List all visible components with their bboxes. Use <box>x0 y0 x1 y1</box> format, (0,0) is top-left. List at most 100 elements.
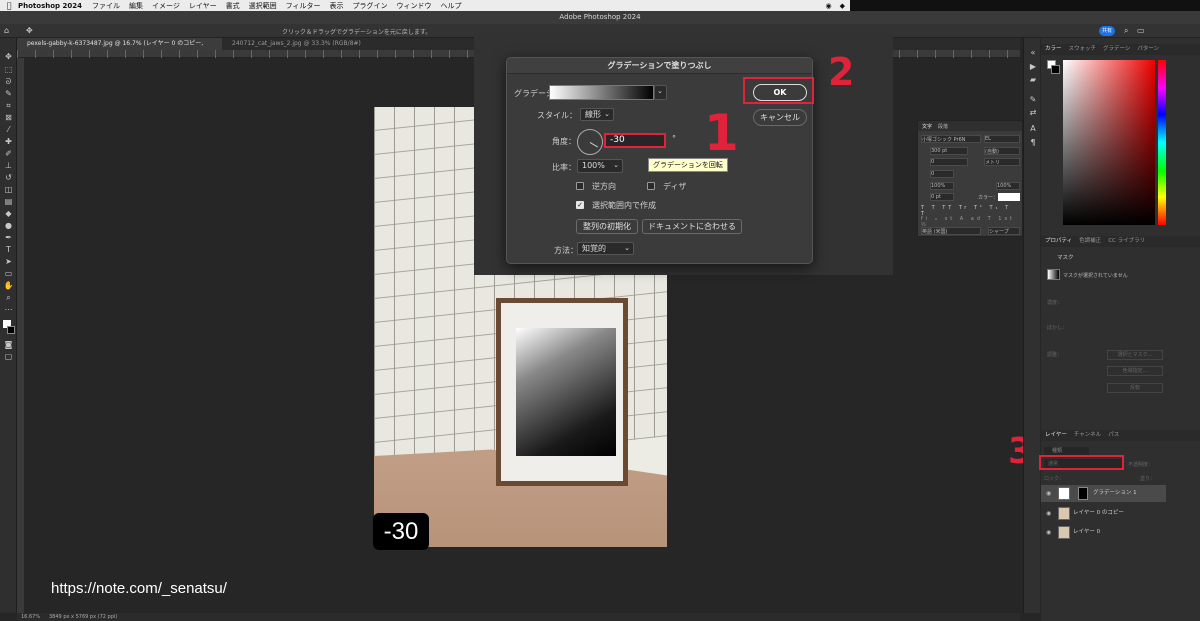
align-document-button[interactable]: ドキュメントに合わせる <box>642 219 742 234</box>
tab-cc-libraries[interactable]: CC ライブラリ <box>1108 236 1145 247</box>
background-color-swatch[interactable] <box>7 326 15 334</box>
pen-tool-icon[interactable]: ✒ <box>3 233 14 243</box>
move-tool-icon[interactable]: ✥ <box>3 52 14 62</box>
dropbox-icon[interactable]: ◆ <box>840 2 845 10</box>
leading-field[interactable]: (自動) <box>984 147 1020 155</box>
tab-channels[interactable]: チャンネル <box>1074 430 1101 441</box>
tab-paths[interactable]: パス <box>1108 430 1119 441</box>
tab-adjustments[interactable]: 色調補正 <box>1079 236 1101 247</box>
lasso-tool-icon[interactable]: ᘐ <box>3 77 14 87</box>
tab-swatches[interactable]: スウォッチ <box>1069 44 1097 55</box>
antialias-select[interactable]: シャープ <box>988 227 1020 235</box>
hue-slider[interactable] <box>1158 60 1166 225</box>
more-tools-icon[interactable]: ⋯ <box>3 305 14 315</box>
style-select[interactable]: 線形 ⌄ <box>580 108 614 121</box>
tab-cat-jaws[interactable]: 240712_cat_jaws_2.jpg @ 33.3% (RGB/8#) <box>222 38 432 50</box>
dodge-tool-icon[interactable]: ● <box>3 221 14 231</box>
method-select[interactable]: 知覚的 ⌄ <box>577 242 634 255</box>
gradient-preview-swatch[interactable] <box>549 85 654 100</box>
mask-thumbnail[interactable] <box>1047 269 1060 280</box>
menu-type[interactable]: 書式 <box>226 1 240 11</box>
zoom-level[interactable]: 16.67% <box>21 614 40 620</box>
eye-icon[interactable]: ◉ <box>1046 524 1051 541</box>
move-tool-icon[interactable]: ✥ <box>26 26 35 35</box>
invert-button[interactable]: 反転 <box>1107 383 1163 393</box>
comment-icon[interactable]: ▰ <box>1028 75 1038 85</box>
history-brush-icon[interactable]: ↺ <box>3 173 14 183</box>
workspace-icon[interactable]: ▭ <box>1137 26 1146 35</box>
blur-tool-icon[interactable]: ◆ <box>3 209 14 219</box>
tab-color[interactable]: カラー <box>1045 44 1062 55</box>
tracking-field[interactable]: メトリ <box>984 158 1020 166</box>
tab-patterns[interactable]: パターン <box>1137 44 1159 55</box>
stamp-tool-icon[interactable]: ⊥ <box>3 161 14 171</box>
layer-row[interactable]: ◉ グラデーション 1 <box>1041 485 1166 502</box>
character-icon[interactable]: A <box>1028 124 1038 134</box>
menu-select[interactable]: 選択範囲 <box>249 1 277 11</box>
select-mask-button[interactable]: 選択とマスク... <box>1107 350 1163 360</box>
record-icon[interactable]: ◉ <box>826 2 832 10</box>
quick-mask-icon[interactable]: ◙ <box>3 340 14 350</box>
home-icon[interactable]: ⌂ <box>4 26 13 35</box>
reset-alignment-button[interactable]: 整列の初期化 <box>576 219 638 234</box>
path-select-icon[interactable]: ➤ <box>3 257 14 267</box>
app-menu[interactable]: Photoshop 2024 <box>18 2 82 10</box>
opentype-buttons[interactable]: fi ℴ st A ad T 1st ½ <box>921 216 1019 228</box>
collapse-icon[interactable]: « <box>1028 48 1038 58</box>
tab-properties[interactable]: プロパティ <box>1045 236 1072 247</box>
menu-window[interactable]: ウィンドウ <box>397 1 432 11</box>
type-tool-icon[interactable]: T <box>3 245 14 255</box>
vertical-scale-field[interactable]: 100% <box>930 182 954 190</box>
baseline-field[interactable]: 0 pt <box>930 193 954 201</box>
kerning-field[interactable]: 0 <box>930 158 968 166</box>
menu-file[interactable]: ファイル <box>92 1 120 11</box>
tab-gradients[interactable]: グラデーシ <box>1103 44 1130 55</box>
cancel-button[interactable]: キャンセル <box>753 109 807 126</box>
menu-plugins[interactable]: プラグイン <box>353 1 388 11</box>
crop-tool-icon[interactable]: ⌗ <box>3 101 14 111</box>
zoom-tool-icon[interactable]: ⌕ <box>3 293 14 303</box>
scale-select[interactable]: 100% ⌄ <box>577 159 623 173</box>
menu-filter[interactable]: フィルター <box>286 1 321 11</box>
font-weight-select[interactable]: EL <box>984 135 1020 143</box>
type-style-buttons[interactable]: T T TT Tr T¹ T₁ T T <box>921 205 1019 217</box>
clone-source-icon[interactable]: ⇄ <box>1028 108 1038 118</box>
dither-checkbox[interactable] <box>647 182 655 190</box>
gradient-picker-button[interactable]: ⌄ <box>654 85 667 100</box>
quick-select-icon[interactable]: ✎ <box>3 89 14 99</box>
search-icon[interactable]: ⌕ <box>1124 26 1133 35</box>
healing-brush-icon[interactable]: ✚ <box>3 137 14 147</box>
tab-layers[interactable]: レイヤー <box>1045 430 1067 441</box>
eye-icon[interactable]: ◉ <box>1046 485 1051 502</box>
brush-settings-icon[interactable]: ✎ <box>1028 95 1038 105</box>
eye-icon[interactable]: ◉ <box>1046 505 1051 522</box>
menu-help[interactable]: ヘルプ <box>441 1 462 11</box>
tab-paragraph[interactable]: 段落 <box>938 123 948 130</box>
eraser-tool-icon[interactable]: ◫ <box>3 185 14 195</box>
hand-tool-icon[interactable]: ✋ <box>3 281 14 291</box>
angle-dial[interactable] <box>577 129 603 155</box>
marquee-tool-icon[interactable]: ⬚ <box>3 65 14 75</box>
apple-icon[interactable]:  <box>0 1 18 10</box>
tab-character[interactable]: 文字 <box>922 123 932 130</box>
font-family-select[interactable]: 小塚ゴシック Pr6N <box>921 135 981 143</box>
color-range-button[interactable]: 色域指定... <box>1107 366 1163 376</box>
color-field[interactable] <box>1063 60 1155 225</box>
screen-mode-icon[interactable]: ▢ <box>3 352 14 362</box>
text-color-swatch[interactable] <box>998 193 1020 201</box>
menu-view[interactable]: 表示 <box>330 1 344 11</box>
layer-row[interactable]: ◉ レイヤー 0 のコピー <box>1041 505 1166 522</box>
play-icon[interactable]: ▶ <box>1028 62 1038 72</box>
share-button[interactable]: 共有 <box>1099 26 1115 36</box>
menu-edit[interactable]: 編集 <box>129 1 143 11</box>
font-size-field[interactable]: 300 pt <box>930 147 968 155</box>
frame-tool-icon[interactable]: ⊠ <box>3 113 14 123</box>
language-select[interactable]: 英語 (米国) <box>921 227 981 235</box>
menu-image[interactable]: イメージ <box>152 1 180 11</box>
brush-tool-icon[interactable]: ✐ <box>3 149 14 159</box>
layer-row[interactable]: ◉ レイヤー 0 <box>1041 524 1166 541</box>
within-selection-checkbox[interactable]: ✓ <box>576 201 584 209</box>
horizontal-scale-field[interactable]: 100% <box>996 182 1020 190</box>
reverse-checkbox[interactable] <box>576 182 584 190</box>
rectangle-tool-icon[interactable]: ▭ <box>3 269 14 279</box>
